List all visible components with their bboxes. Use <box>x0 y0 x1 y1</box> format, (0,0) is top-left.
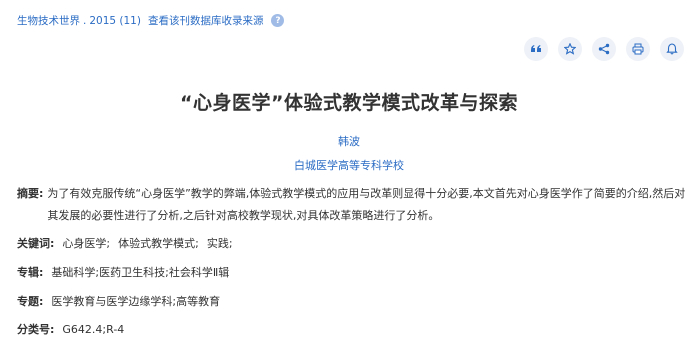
topic-value: 医学教育与医学边缘学科;高等教育 <box>51 295 221 308</box>
article-title: “心身医学”体验式教学模式改革与探索 <box>180 92 518 114</box>
bell-icon <box>666 43 678 55</box>
quote-button[interactable] <box>524 37 548 61</box>
classification-row: 分类号: G642.4;R-4 <box>17 319 124 341</box>
topic-label: 专题: <box>17 295 44 308</box>
subject-label: 专辑: <box>17 266 44 279</box>
database-source-link[interactable]: 查看该刊数据库收录来源 <box>148 13 264 28</box>
quote-icon <box>531 45 541 52</box>
keyword-link[interactable]: 体验式教学模式; <box>118 233 199 255</box>
printer-icon <box>632 43 644 55</box>
organization-link[interactable]: 白城医学高等专科学校 <box>0 157 698 173</box>
abstract-row: 摘要: 为了有效克服传统“心身医学”教学的弊端,体验式教学模式的应用与改革则显得… <box>17 183 687 227</box>
article-toolbar <box>524 37 684 61</box>
keyword-link[interactable]: 实践; <box>207 233 233 255</box>
source-line: 生物技术世界 . 2015 (11) 查看该刊数据库收录来源 ? <box>17 13 285 28</box>
share-icon <box>598 43 610 55</box>
help-icon[interactable]: ? <box>271 14 285 27</box>
subject-row: 专辑: 基础科学;医药卫生科技;社会科学Ⅱ辑 <box>17 262 229 284</box>
favorite-button[interactable] <box>558 37 582 61</box>
notify-button[interactable] <box>660 37 684 61</box>
classification-value: G642.4;R-4 <box>62 323 125 336</box>
keywords-label: 关键词: <box>17 237 55 250</box>
print-button[interactable] <box>626 37 650 61</box>
topic-row: 专题: 医学教育与医学边缘学科;高等教育 <box>17 291 220 313</box>
journal-link[interactable]: 生物技术世界 <box>17 13 80 28</box>
author-link[interactable]: 韩波 <box>0 133 698 149</box>
star-icon <box>564 43 576 55</box>
source-separator: . <box>83 14 87 27</box>
keywords-row: 关键词: 心身医学; 体验式教学模式; 实践; <box>17 233 233 255</box>
keyword-link[interactable]: 心身医学; <box>62 233 110 255</box>
issue-link[interactable]: 2015 (11) <box>89 15 141 27</box>
subject-value: 基础科学;医药卫生科技;社会科学Ⅱ辑 <box>51 266 230 279</box>
classification-label: 分类号: <box>17 323 55 336</box>
abstract-label: 摘要: <box>17 187 44 200</box>
abstract-text: 为了有效克服传统“心身医学”教学的弊端,体验式教学模式的应用与改革则显得十分必要… <box>47 187 686 222</box>
share-button[interactable] <box>592 37 616 61</box>
